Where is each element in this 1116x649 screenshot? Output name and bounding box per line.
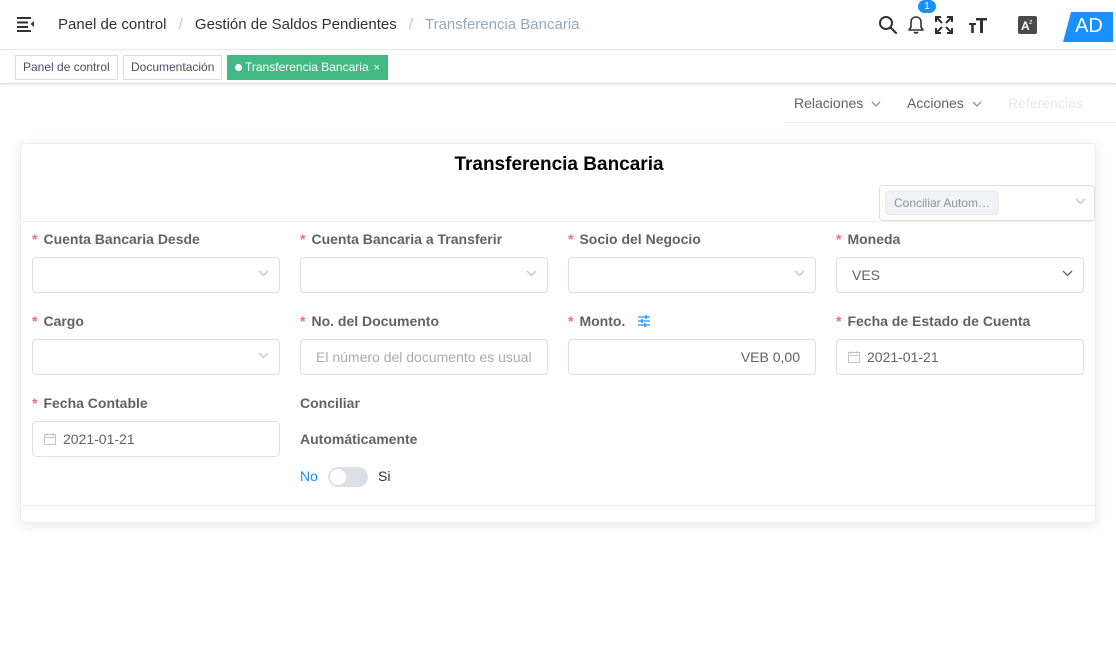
menu-fold-icon[interactable] (17, 16, 35, 32)
chevron-down-icon (258, 270, 269, 277)
calendar-icon (848, 351, 860, 363)
select-cargo[interactable] (32, 339, 280, 375)
select-socio[interactable] (568, 257, 816, 293)
calendar-icon (44, 433, 56, 445)
label-socio: * Socio del Negocio (568, 231, 701, 247)
svg-text:z: z (1029, 19, 1033, 26)
label-conciliar: Conciliar (300, 395, 360, 411)
breadcrumb-separator: / (178, 16, 183, 33)
bell-icon[interactable] (906, 15, 926, 35)
toggle-knob (330, 469, 346, 485)
form-card: Transferencia Bancaria Conciliar Autom… (20, 143, 1096, 523)
switch-off-label[interactable]: No (300, 468, 318, 484)
date-fecha-estado[interactable]: 2021-01-21 (836, 339, 1084, 375)
moneda-value: VES (852, 267, 881, 283)
avatar-initials[interactable]: AD (1071, 14, 1107, 38)
font-size-icon[interactable] (967, 15, 989, 35)
window-menu: Relaciones Acciones Referencias (784, 86, 1116, 123)
translate-icon[interactable]: A z (1018, 15, 1038, 35)
chevron-down-icon (526, 270, 537, 277)
active-dot-icon (235, 64, 242, 71)
navbar: Panel de control / Gestión de Saldos Pen… (0, 0, 1116, 50)
documento-placeholder: El número del documento es usual (316, 349, 532, 365)
close-icon[interactable]: × (374, 62, 380, 74)
sliders-icon[interactable] (638, 315, 650, 327)
label-fecha-estado: * Fecha de Estado de Cuenta (836, 313, 1031, 329)
select-moneda[interactable]: VES (836, 257, 1084, 293)
select-cuenta-transferir[interactable] (300, 257, 548, 293)
chevron-down-icon (794, 270, 805, 277)
breadcrumb-item-current: Transferencia Bancaria (424, 16, 580, 33)
tag-dashboard[interactable]: Panel de control (15, 55, 118, 80)
menu-references-label: Referencias (1008, 95, 1083, 111)
input-documento[interactable]: El número del documento es usual (300, 339, 548, 375)
tag-label: Documentación (131, 60, 215, 74)
select-cuenta-desde[interactable] (32, 257, 280, 293)
monto-value: VEB 0,00 (740, 349, 800, 365)
label-monto: * Monto. (568, 313, 626, 329)
menu-actions-label: Acciones (907, 95, 964, 111)
chevron-down-icon (1062, 270, 1073, 277)
tag-label: Panel de control (23, 60, 110, 74)
label-cargo: * Cargo (32, 313, 84, 329)
chevron-down-icon (871, 101, 881, 107)
label-documento: * No. del Documento (300, 313, 440, 329)
label-fecha-contable: * Fecha Contable (32, 395, 148, 411)
fullscreen-icon[interactable] (934, 15, 954, 35)
date-fecha-contable[interactable]: 2021-01-21 (32, 421, 280, 457)
label-cuenta-desde: * Cuenta Bancaria Desde (32, 231, 200, 247)
notification-badge: 1 (918, 0, 936, 13)
auto-reconcile-select[interactable]: Conciliar Autom… (879, 185, 1095, 221)
label-cuenta-transferir: * Cuenta Bancaria a Transferir (300, 231, 503, 247)
chevron-down-icon (1075, 198, 1086, 205)
tag-documentation[interactable]: Documentación (123, 55, 223, 80)
tag-label: Transferencia Bancaria (245, 60, 369, 74)
chevron-down-icon (972, 101, 982, 107)
fecha-contable-value: 2021-01-21 (63, 431, 135, 447)
input-monto[interactable]: VEB 0,00 (568, 339, 816, 375)
breadcrumb-item-dashboard[interactable]: Panel de control (58, 16, 166, 33)
label-automaticamente: Automáticamente (300, 431, 418, 447)
menu-references: Referencias (1008, 95, 1083, 111)
tags-view: Panel de control Documentación Transfere… (0, 50, 1116, 84)
fecha-estado-value: 2021-01-21 (867, 349, 939, 365)
tag-bank-transfer[interactable]: Transferencia Bancaria × (227, 55, 389, 80)
menu-actions[interactable]: Acciones (907, 95, 982, 111)
breadcrumb-separator: / (408, 16, 414, 33)
search-icon[interactable] (878, 15, 898, 35)
breadcrumb: Panel de control / Gestión de Saldos Pen… (58, 16, 580, 34)
chevron-down-icon (258, 352, 269, 359)
auto-reconcile-chip: Conciliar Autom… (885, 191, 1000, 215)
breadcrumb-item-saldos[interactable]: Gestión de Saldos Pendientes (195, 16, 397, 33)
conciliar-toggle[interactable] (328, 467, 368, 487)
menu-relations-label: Relaciones (794, 95, 864, 111)
form-title: Transferencia Bancaria (454, 154, 664, 175)
menu-relations[interactable]: Relaciones (794, 95, 881, 111)
label-moneda: * Moneda (836, 231, 901, 247)
switch-on-label[interactable]: Si (378, 468, 390, 484)
